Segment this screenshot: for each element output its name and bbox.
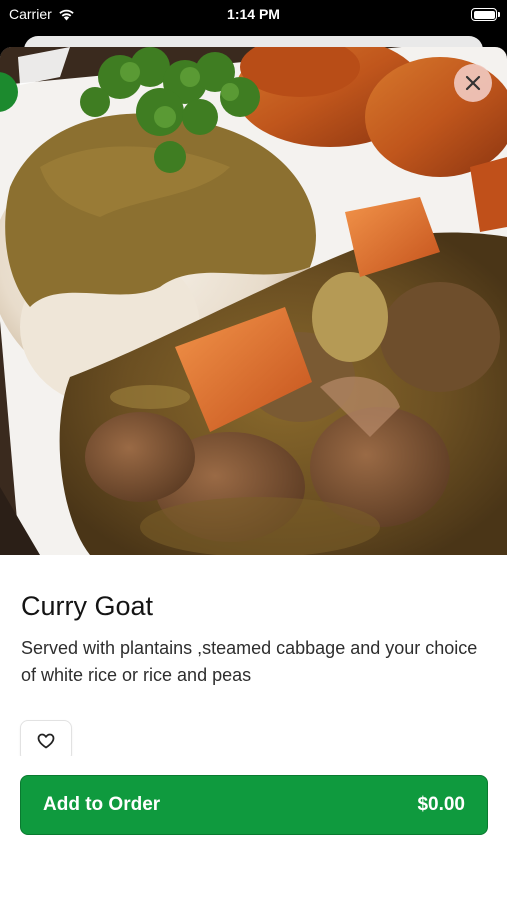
order-price: $0.00 [417, 794, 465, 815]
item-image [0, 47, 507, 555]
status-time: 1:14 PM [227, 6, 280, 22]
status-bar: Carrier 1:14 PM [0, 0, 507, 30]
order-footer: Add to Order $0.00 [0, 756, 507, 900]
heart-outline-icon [37, 733, 55, 749]
item-description: Served with plantains ,steamed cabbage a… [21, 638, 478, 685]
close-button[interactable] [454, 64, 492, 102]
battery-icon [471, 8, 500, 21]
close-icon [465, 75, 481, 91]
item-info: Curry Goat Served with plantains ,steame… [0, 555, 507, 783]
curry-goat-photo [0, 47, 507, 555]
add-to-order-button[interactable]: Add to Order $0.00 [20, 775, 488, 835]
item-title: Curry Goat [21, 591, 154, 621]
add-to-order-label: Add to Order [43, 794, 161, 815]
